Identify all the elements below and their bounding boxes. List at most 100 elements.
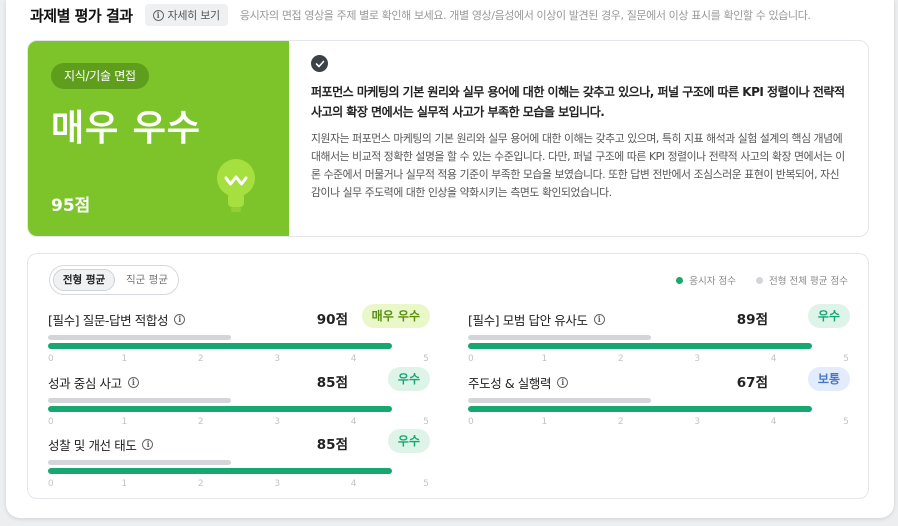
axis-tick-label: 1 <box>541 354 548 364</box>
score-item-label: [필수] 모범 답안 유사도 i <box>468 310 605 329</box>
legend-dot-avg <box>756 276 764 284</box>
grade-panel: 지식/기술 면접 매우 우수 95점 <box>28 41 289 236</box>
grade-badge: 우수 <box>387 367 430 391</box>
overall-grade: 매우 우수 <box>51 108 202 149</box>
section-title: 과제별 평가 결과 <box>30 6 133 25</box>
detail-button[interactable]: i 자세히 보기 <box>144 4 228 26</box>
axis-tick-label: 3 <box>274 417 281 427</box>
average-score-bar <box>48 460 232 465</box>
summary-headline: 퍼포먼스 마케팅의 기본 원리와 실무 용어에 대한 이해는 갖추고 있으나, … <box>311 85 845 119</box>
info-icon[interactable]: i <box>174 314 186 325</box>
axis-tick-label: 5 <box>423 354 429 364</box>
axis-tick-label: 2 <box>197 417 204 427</box>
section-description: 응시자의 면접 영상을 주제 별로 확인해 보세요. 개별 영상/음성에서 이상… <box>239 9 811 22</box>
info-icon[interactable]: i <box>593 314 605 325</box>
axis-tick-label: 3 <box>274 479 281 489</box>
axis-tick-label: 2 <box>617 417 624 427</box>
axis-ticks: 0 1 2 3 4 5 <box>48 479 430 491</box>
score-item: 주도성 & 실행력 i 67점 보통 0 1 2 3 4 5 <box>468 367 850 427</box>
axis-tick-label: 5 <box>843 417 849 427</box>
score-item-title: 주도성 & 실행력 <box>468 376 552 391</box>
score-item-label: 성과 중심 사고 i <box>48 373 139 392</box>
axis-tick-label: 0 <box>48 479 54 489</box>
axis-tick-label: 4 <box>350 479 357 489</box>
axis-ticks: 0 1 2 3 4 5 <box>48 354 430 366</box>
axis-tick-label: 2 <box>617 354 624 364</box>
category-badge: 지식/기술 면접 <box>51 63 149 89</box>
info-icon[interactable]: i <box>557 377 569 388</box>
info-icon: i <box>152 9 164 21</box>
lightbulb-icon <box>217 159 255 212</box>
average-score-bar <box>468 398 652 403</box>
axis-tick-label: 2 <box>197 354 204 364</box>
grade-badge: 우수 <box>807 304 850 328</box>
axis-tick-label: 0 <box>468 354 474 364</box>
score-item-title: [필수] 모범 답안 유사도 <box>468 313 588 328</box>
score-item: 성찰 및 개선 태도 i 85점 우수 0 1 2 3 4 5 <box>48 429 430 489</box>
grade-badge: 매우 우수 <box>361 304 430 328</box>
axis-tick-label: 4 <box>350 417 357 427</box>
score-panel: 전형 평균 직군 평균 응시자 점수 전형 전체 평균 점수 [필수] 질문-답… <box>27 253 869 499</box>
axis-tick-label: 0 <box>48 417 54 427</box>
score-item-score: 67점 <box>736 375 768 391</box>
candidate-score-bar <box>468 343 812 349</box>
score-item-label: 주도성 & 실행력 i <box>468 373 569 392</box>
grade-badge: 우수 <box>387 429 430 453</box>
score-item-score: 89점 <box>736 312 768 328</box>
score-item-score: 85점 <box>316 375 348 391</box>
axis-tick-label: 4 <box>770 354 777 364</box>
legend-avg-label: 전형 전체 평균 점수 <box>769 276 848 287</box>
score-item-score: 85점 <box>316 437 348 453</box>
axis-tick-label: 1 <box>121 479 128 489</box>
score-item-label: [필수] 질문-답변 적합성 i <box>48 310 186 329</box>
score-item: [필수] 모범 답안 유사도 i 89점 우수 0 1 2 3 4 5 <box>468 304 850 364</box>
legend: 응시자 점수 전형 전체 평균 점수 <box>676 273 848 287</box>
axis-tick-label: 0 <box>48 354 54 364</box>
check-circle-icon <box>311 55 328 72</box>
axis-ticks: 0 1 2 3 4 5 <box>468 354 850 366</box>
score-item: [필수] 질문-답변 적합성 i 90점 매우 우수 0 1 2 3 4 5 <box>48 304 430 364</box>
score-item-title: [필수] 질문-답변 적합성 <box>48 313 169 328</box>
average-score-bar <box>48 398 232 403</box>
summary-text-panel: 퍼포먼스 마케팅의 기본 원리와 실무 용어에 대한 이해는 갖추고 있으나, … <box>289 41 868 236</box>
candidate-score-bar <box>48 343 392 349</box>
average-toggle: 전형 평균 직군 평균 <box>49 265 179 295</box>
axis-tick-label: 2 <box>197 479 204 489</box>
axis-tick-label: 0 <box>468 417 474 427</box>
axis-ticks: 0 1 2 3 4 5 <box>48 417 430 429</box>
axis-tick-label: 1 <box>121 354 128 364</box>
tab-stage-average[interactable]: 전형 평균 <box>53 269 115 291</box>
grade-badge: 보통 <box>807 367 850 391</box>
summary-panel: 지식/기술 면접 매우 우수 95점 퍼포먼스 마케팅의 기본 원리와 실무 용… <box>27 40 869 237</box>
info-icon[interactable]: i <box>127 377 139 388</box>
axis-tick-label: 1 <box>121 417 128 427</box>
axis-ticks: 0 1 2 3 4 5 <box>468 417 850 429</box>
axis-tick-label: 3 <box>694 354 701 364</box>
score-item-label: 성찰 및 개선 태도 i <box>48 435 154 454</box>
summary-body: 지원자는 퍼포먼스 마케팅의 기본 원리와 실무 용어에 대한 이해는 갖추고 … <box>311 132 845 199</box>
info-icon[interactable]: i <box>142 439 154 450</box>
axis-tick-label: 5 <box>843 354 849 364</box>
legend-me-label: 응시자 점수 <box>689 276 737 287</box>
detail-button-label: 자세히 보기 <box>167 9 221 22</box>
axis-tick-label: 5 <box>423 479 429 489</box>
legend-dot-me <box>676 276 684 284</box>
axis-tick-label: 3 <box>694 417 701 427</box>
average-score-bar <box>468 335 652 340</box>
axis-tick-label: 3 <box>274 354 281 364</box>
score-item-title: 성찰 및 개선 태도 <box>48 438 137 453</box>
tab-job-average[interactable]: 직군 평균 <box>118 269 176 291</box>
evaluation-card: 과제별 평가 결과 i 자세히 보기 응시자의 면접 영상을 주제 별로 확인해… <box>6 0 894 518</box>
section-header: 과제별 평가 결과 i 자세히 보기 응시자의 면접 영상을 주제 별로 확인해… <box>30 4 811 26</box>
axis-tick-label: 4 <box>350 354 357 364</box>
score-item: 성과 중심 사고 i 85점 우수 0 1 2 3 4 5 <box>48 367 430 427</box>
average-score-bar <box>48 335 232 340</box>
candidate-score-bar <box>48 406 392 412</box>
axis-tick-label: 5 <box>423 417 429 427</box>
candidate-score-bar <box>468 406 812 412</box>
overall-score: 95점 <box>51 196 91 216</box>
axis-tick-label: 4 <box>770 417 777 427</box>
score-item-score: 90점 <box>316 312 348 328</box>
axis-tick-label: 1 <box>541 417 548 427</box>
score-item-title: 성과 중심 사고 <box>48 376 122 391</box>
